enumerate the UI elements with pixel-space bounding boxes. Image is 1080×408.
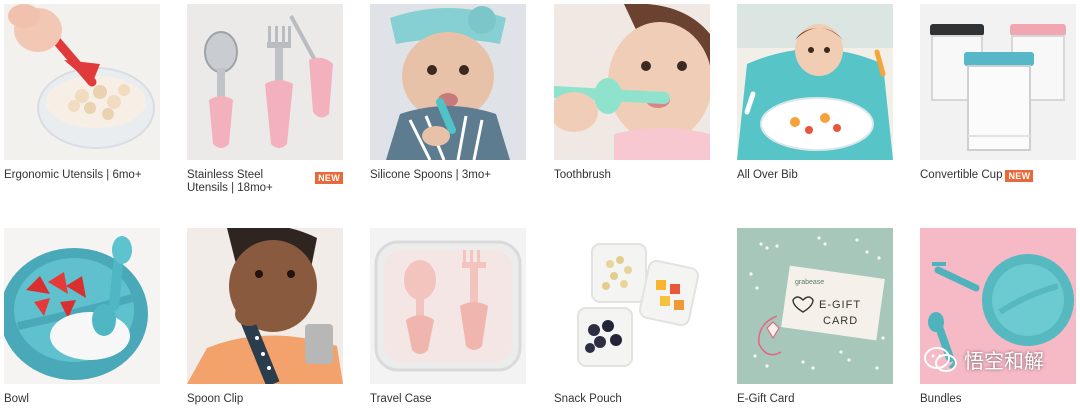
product-card-ergonomic-utensils[interactable]: Ergonomic Utensils | 6mo+ bbox=[4, 4, 160, 182]
product-card-travel-case[interactable]: Travel Case bbox=[370, 228, 526, 406]
product-card-toothbrush[interactable]: Toothbrush bbox=[554, 4, 710, 182]
product-label[interactable]: Travel Case bbox=[370, 393, 432, 406]
gift-card-brand: grabease bbox=[795, 279, 824, 286]
new-badge: NEW bbox=[1005, 170, 1034, 182]
product-image-ergonomic-utensils[interactable] bbox=[4, 4, 160, 160]
gift-card-line1: E-GIFT bbox=[819, 299, 861, 311]
wechat-watermark: 悟空和解 bbox=[924, 345, 1044, 374]
product-card-e-gift-card[interactable]: grabease E-GIFT CARD E-Gift Card bbox=[737, 228, 893, 406]
product-image-convertible-cup[interactable] bbox=[920, 4, 1076, 160]
product-image-snack-pouch[interactable] bbox=[554, 228, 710, 384]
product-image-toothbrush[interactable] bbox=[554, 4, 710, 160]
product-card-snack-pouch[interactable]: Snack Pouch bbox=[554, 228, 710, 406]
product-card-spoon-clip[interactable]: Spoon Clip bbox=[187, 228, 343, 406]
watermark-text: 悟空和解 bbox=[964, 351, 1044, 373]
product-image-spoon-clip[interactable] bbox=[187, 228, 343, 384]
product-label[interactable]: E-Gift Card bbox=[737, 393, 795, 406]
product-card-bowl[interactable]: Bowl bbox=[4, 228, 160, 406]
product-label[interactable]: Stainless Steel Utensils | 18mo+ bbox=[187, 169, 297, 195]
product-image-bowl[interactable] bbox=[4, 228, 160, 384]
product-image-silicone-spoons[interactable] bbox=[370, 4, 526, 160]
product-label[interactable]: Toothbrush bbox=[554, 169, 611, 182]
product-label[interactable]: Bundles bbox=[920, 393, 962, 406]
product-image-stainless-steel-utensils[interactable] bbox=[187, 4, 343, 160]
product-card-stainless-steel-utensils[interactable]: Stainless Steel Utensils | 18mo+ NEW bbox=[187, 4, 343, 195]
product-image-e-gift-card[interactable]: grabease E-GIFT CARD bbox=[737, 228, 893, 384]
product-label[interactable]: Convertible Cup bbox=[920, 169, 1002, 182]
product-card-bundles[interactable]: Bundles bbox=[920, 228, 1076, 406]
product-image-all-over-bib[interactable] bbox=[737, 4, 893, 160]
new-badge: NEW bbox=[315, 172, 343, 184]
product-label[interactable]: Silicone Spoons | 3mo+ bbox=[370, 169, 491, 182]
product-label[interactable]: All Over Bib bbox=[737, 169, 798, 182]
product-label[interactable]: Bowl bbox=[4, 393, 29, 406]
product-image-travel-case[interactable] bbox=[370, 228, 526, 384]
product-card-silicone-spoons[interactable]: Silicone Spoons | 3mo+ bbox=[370, 4, 526, 182]
wechat-icon bbox=[924, 346, 957, 372]
product-label[interactable]: Spoon Clip bbox=[187, 393, 243, 406]
product-card-all-over-bib[interactable]: All Over Bib bbox=[737, 4, 893, 182]
product-label[interactable]: Snack Pouch bbox=[554, 393, 622, 406]
product-label[interactable]: Ergonomic Utensils | 6mo+ bbox=[4, 169, 142, 182]
product-card-convertible-cup[interactable]: Convertible Cup NEW bbox=[920, 4, 1076, 182]
gift-card-line2: CARD bbox=[823, 315, 858, 327]
